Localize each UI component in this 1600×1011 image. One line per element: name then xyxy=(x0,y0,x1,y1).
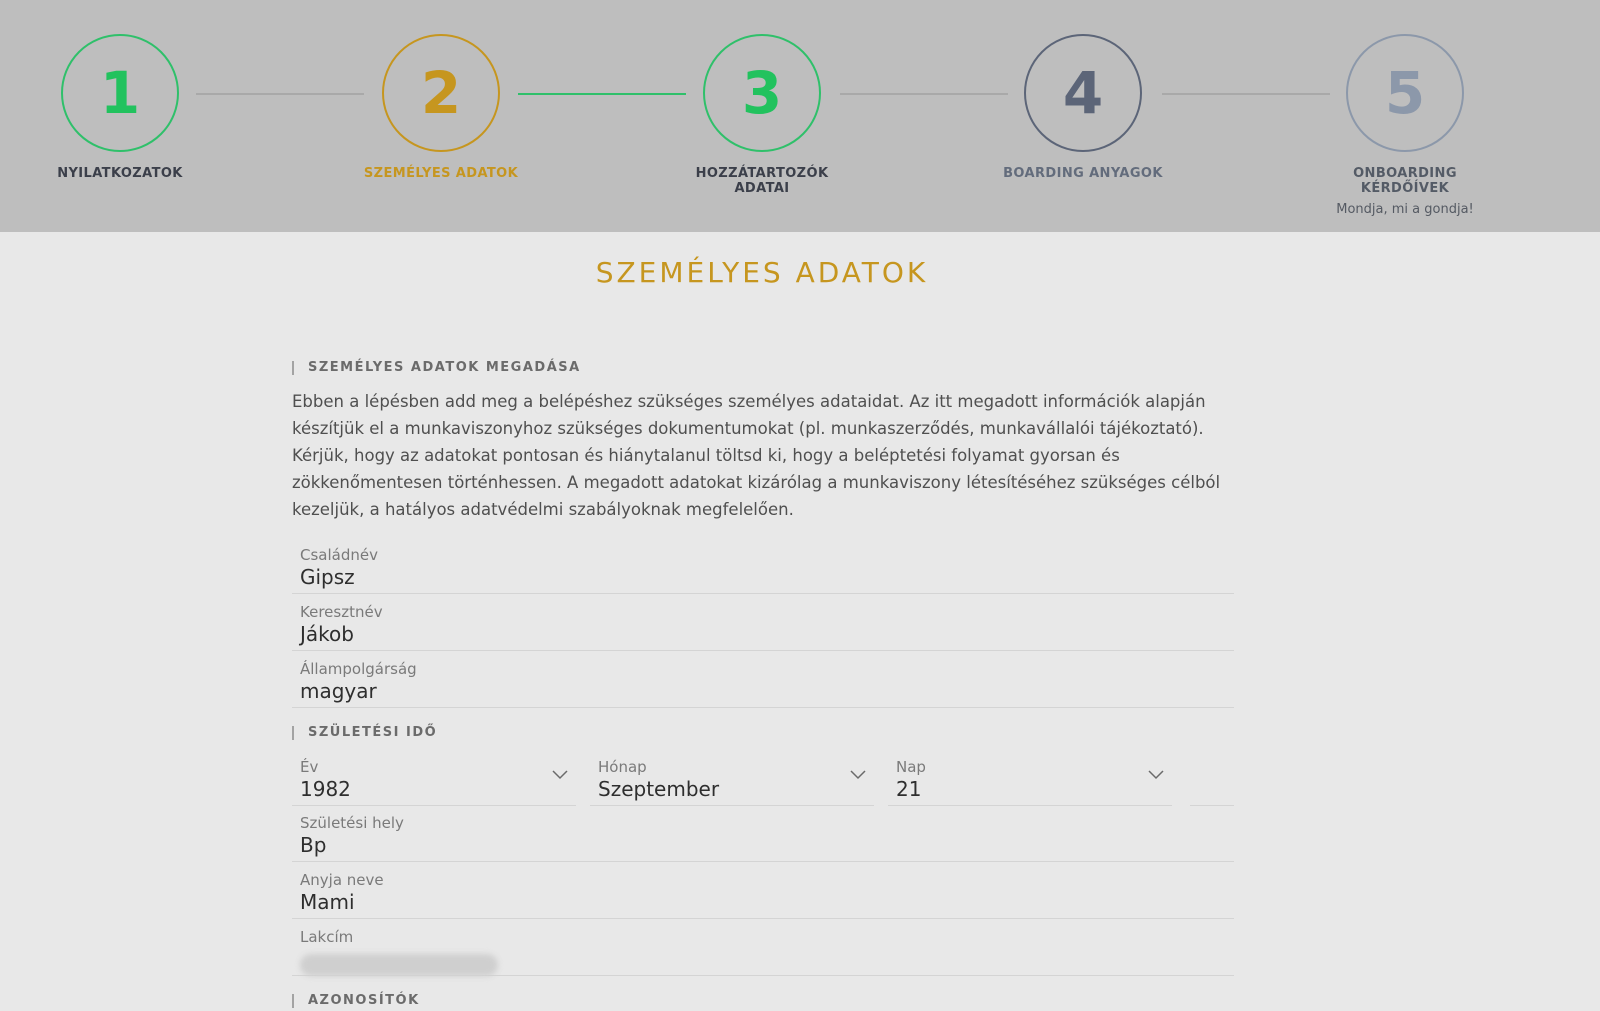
mother-name-field[interactable]: Anyja neve Mami xyxy=(292,863,1234,919)
address-value-redacted xyxy=(300,954,498,976)
birth-place-field[interactable]: Születési hely Bp xyxy=(292,806,1234,862)
birth-year-label: Év xyxy=(300,758,319,776)
step-4[interactable]: 4 BOARDING ANYAGOK xyxy=(983,34,1183,181)
section-label-identifiers: AZONOSÍTÓK xyxy=(292,994,420,1008)
step-2[interactable]: 2 SZEMÉLYES ADATOK xyxy=(341,34,541,181)
birth-month-value: Szeptember xyxy=(598,777,720,801)
step-2-circle: 2 xyxy=(382,34,500,152)
birth-day-select[interactable]: Nap 21 xyxy=(888,750,1172,806)
address-label: Lakcím xyxy=(300,928,354,946)
first-name-label: Keresztnév xyxy=(300,603,383,621)
first-name-field[interactable]: Keresztnév Jákob xyxy=(292,595,1234,651)
birth-place-label: Születési hely xyxy=(300,814,404,832)
step-2-label: SZEMÉLYES ADATOK xyxy=(363,166,519,181)
birth-date-spacer xyxy=(1190,750,1234,806)
address-field[interactable]: Lakcím xyxy=(292,920,1234,976)
intro-text: Ebben a lépésben add meg a belépéshez sz… xyxy=(292,392,1221,519)
step-1[interactable]: 1 NYILATKOZATOK xyxy=(20,34,220,181)
last-name-label: Családnév xyxy=(300,546,378,564)
citizenship-label: Állampolgárság xyxy=(300,660,417,678)
step-3[interactable]: 3 HOZZÁTARTOZÓK ADATAI xyxy=(662,34,862,196)
mother-name-label: Anyja neve xyxy=(300,871,384,889)
step-3-circle: 3 xyxy=(703,34,821,152)
step-5[interactable]: 5 ONBOARDING KÉRDŐÍVEK Mondja, mi a gond… xyxy=(1305,34,1505,217)
step-1-circle: 1 xyxy=(61,34,179,152)
birth-month-label: Hónap xyxy=(598,758,647,776)
chevron-down-icon xyxy=(552,770,568,780)
step-connector-1-2 xyxy=(196,93,364,95)
page-title: SZEMÉLYES ADATOK xyxy=(595,256,929,289)
chevron-down-icon xyxy=(1148,770,1164,780)
step-4-circle: 4 xyxy=(1024,34,1142,152)
birth-day-label: Nap xyxy=(896,758,926,776)
last-name-field[interactable]: Családnév Gipsz xyxy=(292,538,1234,594)
last-name-value: Gipsz xyxy=(300,565,355,589)
step-1-label: NYILATKOZATOK xyxy=(57,166,183,181)
step-3-label: HOZZÁTARTOZÓK ADATAI xyxy=(695,166,829,196)
chevron-down-icon xyxy=(850,770,866,780)
step-5-circle: 5 xyxy=(1346,34,1464,152)
first-name-value: Jákob xyxy=(300,622,354,646)
section-label-personal: SZEMÉLYES ADATOK MEGADÁSA xyxy=(292,361,581,375)
birth-place-value: Bp xyxy=(300,833,327,857)
birth-day-value: 21 xyxy=(896,777,922,801)
step-5-label: ONBOARDING KÉRDŐÍVEK xyxy=(1353,166,1457,196)
progress-stepper: 1 NYILATKOZATOK 2 SZEMÉLYES ADATOK 3 HOZ… xyxy=(0,0,1600,232)
birth-month-select[interactable]: Hónap Szeptember xyxy=(590,750,874,806)
mother-name-value: Mami xyxy=(300,890,355,914)
citizenship-field[interactable]: Állampolgárság magyar xyxy=(292,652,1234,708)
citizenship-value: magyar xyxy=(300,679,377,703)
step-connector-2-3 xyxy=(518,93,686,95)
birth-year-value: 1982 xyxy=(300,777,351,801)
step-5-sublabel: Mondja, mi a gondja! xyxy=(1336,202,1474,217)
birth-year-select[interactable]: Év 1982 xyxy=(292,750,576,806)
section-label-birth: SZÜLETÉSI IDŐ xyxy=(292,726,437,740)
step-4-label: BOARDING ANYAGOK xyxy=(1003,166,1163,181)
